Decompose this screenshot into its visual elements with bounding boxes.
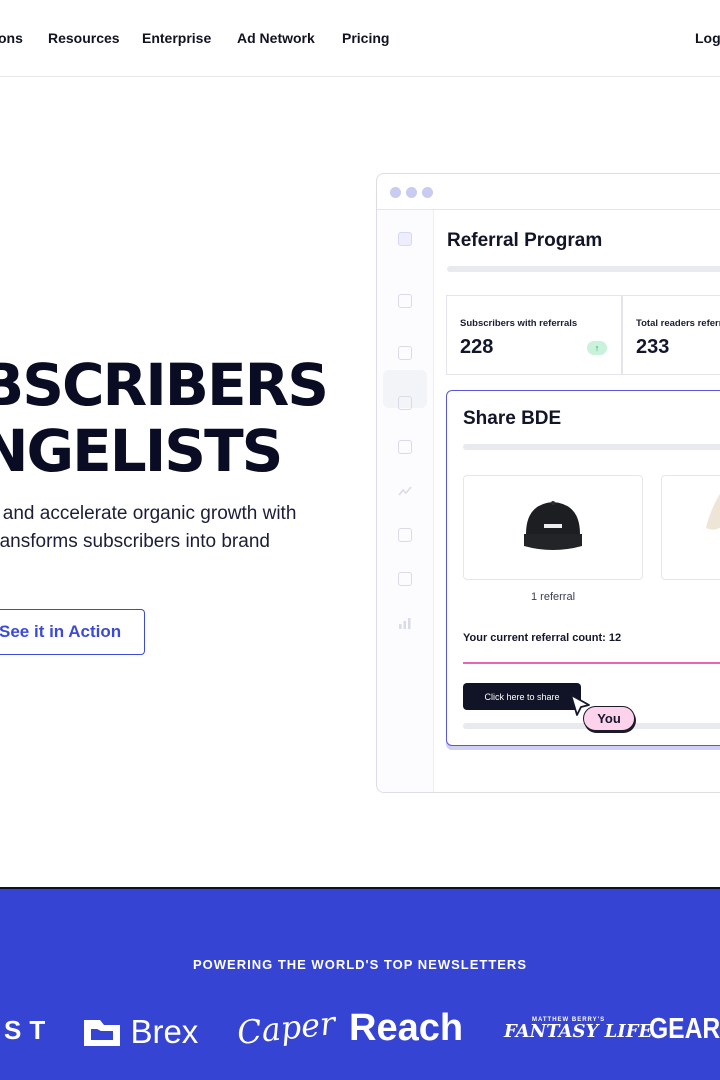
- fantasy-life-wordmark: FANTASY LIFE: [504, 1021, 653, 1042]
- document-icon: [398, 396, 412, 410]
- referral-program-mockup: Referral Program Subscribers with referr…: [376, 173, 720, 793]
- trend-icon: [398, 484, 412, 498]
- logo-brex: Brex: [82, 1013, 198, 1051]
- stat-value: 233: [636, 336, 670, 358]
- login-link[interactable]: Log: [695, 30, 720, 46]
- home-icon: [398, 232, 412, 246]
- nav-item-enterprise[interactable]: Enterprise: [142, 30, 211, 46]
- mock-sidebar: [377, 210, 434, 792]
- product-card-2[interactable]: [661, 475, 720, 580]
- cap-image: [524, 501, 582, 550]
- nav-item-pricing[interactable]: Pricing: [342, 30, 389, 46]
- stat-label: Total readers referre: [636, 318, 720, 329]
- stat-label: Subscribers with referrals: [460, 318, 578, 329]
- mock-page-title: Referral Program: [447, 230, 603, 251]
- top-nav: ons Resources Enterprise Ad Network Pric…: [0, 0, 720, 77]
- hero-subtext-line-2: transforms subscribers into brand: [0, 531, 270, 552]
- hero-subtext-line-1: s and accelerate organic growth with: [0, 503, 297, 524]
- logo-st: ST: [4, 1015, 54, 1045]
- share-card-title: Share BDE: [463, 408, 562, 429]
- product-image: [706, 493, 720, 530]
- brex-wordmark: Brex: [130, 1013, 199, 1050]
- product-card-cap[interactable]: [463, 475, 643, 580]
- newspaper-icon: [398, 528, 412, 542]
- logo-fantasy-life: MATTHEW BERRY'S FANTASY LIFE: [504, 1017, 652, 1042]
- logo-gear: GEAR: [649, 1013, 720, 1045]
- progress-line: [463, 662, 720, 664]
- nav-item-ad-network[interactable]: Ad Network: [237, 30, 315, 46]
- trend-up-icon: ↑: [587, 341, 607, 355]
- click-to-share-button[interactable]: Click here to share: [463, 683, 581, 710]
- nav-item-solutions[interactable]: ons: [0, 30, 23, 46]
- newsletter-logos-band: POWERING THE WORLD'S TOP NEWSLETTERS ST …: [0, 887, 720, 1080]
- hero-subtext: s and accelerate organic growth with tra…: [0, 500, 333, 556]
- brex-mark-icon: [84, 1020, 120, 1046]
- building-icon: [398, 572, 412, 586]
- edit-icon: [398, 346, 412, 360]
- skeleton-bar: [463, 444, 720, 450]
- stat-card-subscribers: Subscribers with referrals 228 ↑: [446, 295, 622, 375]
- window-dot: [406, 187, 417, 198]
- stat-card-total-readers: Total readers referre 233: [622, 295, 720, 375]
- window-dot: [390, 187, 401, 198]
- nav-item-resources[interactable]: Resources: [48, 30, 120, 46]
- you-badge: You: [583, 706, 635, 731]
- stat-value: 228: [460, 336, 494, 358]
- hero-headline-line-1: BSCRIBERS: [0, 351, 329, 419]
- window-titlebar: [377, 174, 720, 210]
- users-icon: [398, 440, 412, 454]
- logo-reach: Reach: [349, 1007, 464, 1049]
- see-it-in-action-button[interactable]: See it in Action: [0, 609, 145, 655]
- hero-headline-line-2: NGELISTS: [0, 417, 283, 485]
- window-dot: [422, 187, 433, 198]
- logo-caper: Caper: [235, 1003, 337, 1053]
- bar-chart-icon: [398, 616, 412, 630]
- current-referral-count: Your current referral count: 12: [463, 632, 622, 644]
- skeleton-bar: [447, 266, 720, 272]
- band-caption: POWERING THE WORLD'S TOP NEWSLETTERS: [192, 957, 527, 972]
- referral-requirement: 1 referral: [531, 591, 576, 603]
- grid-icon: [398, 294, 412, 308]
- share-card: Share BDE 1 referral Your current referr…: [446, 390, 720, 746]
